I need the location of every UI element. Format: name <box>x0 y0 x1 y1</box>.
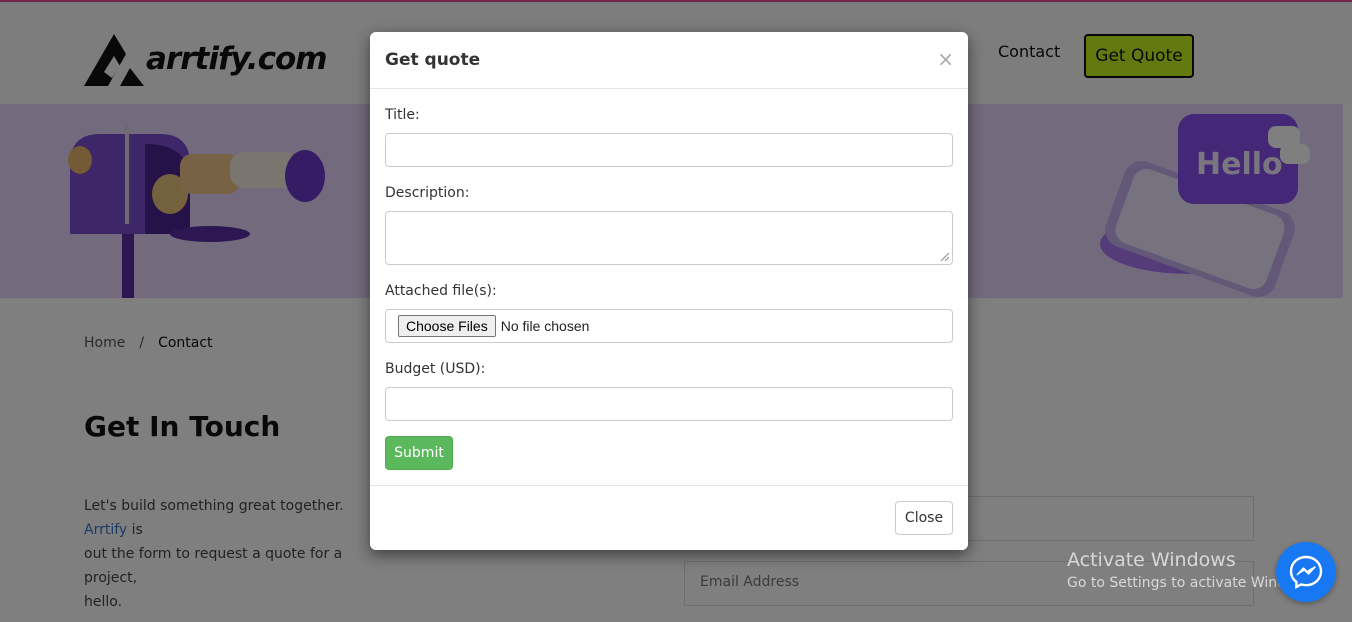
title-input[interactable] <box>385 133 953 167</box>
file-upload-field[interactable]: Choose Files No file chosen <box>385 309 953 343</box>
modal-header: Get quote × <box>370 32 968 89</box>
close-button[interactable]: Close <box>895 501 953 535</box>
description-textarea[interactable] <box>385 211 953 265</box>
budget-label: Budget (USD): <box>385 361 486 377</box>
close-icon[interactable]: × <box>937 47 954 71</box>
submit-button[interactable]: Submit <box>385 436 453 470</box>
modal-title: Get quote <box>385 50 481 70</box>
title-label: Title: <box>385 107 420 123</box>
modal-body: Title: Description: Attached file(s): Ch… <box>370 89 968 485</box>
files-label: Attached file(s): <box>385 283 497 299</box>
description-label: Description: <box>385 185 470 201</box>
messenger-icon <box>1289 555 1323 590</box>
modal-footer: Close <box>370 485 968 550</box>
resize-grip-icon[interactable] <box>941 253 949 261</box>
file-status-text: No file chosen <box>500 318 590 334</box>
messenger-chat-button[interactable] <box>1276 542 1336 602</box>
budget-input[interactable] <box>385 387 953 421</box>
choose-files-button[interactable]: Choose Files <box>398 315 496 337</box>
get-quote-modal: Get quote × Title: Description: Attached… <box>370 32 968 550</box>
